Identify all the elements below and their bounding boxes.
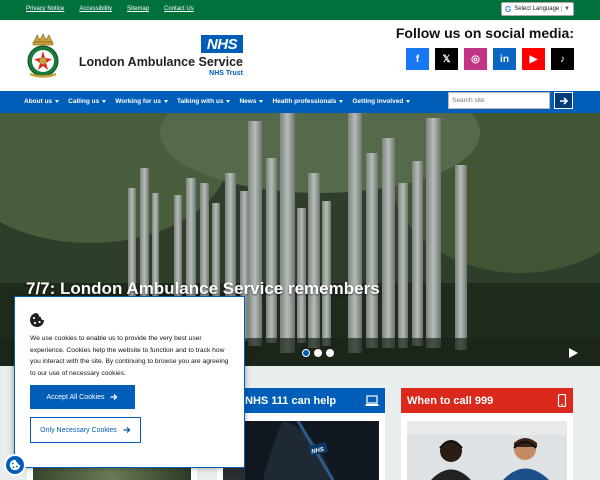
youtube-icon[interactable]: ▶ [522, 48, 545, 70]
nav-item-label: Health professionals [272, 98, 337, 105]
card-when-to-call-999[interactable]: When to call 999 [401, 388, 573, 480]
chevron-down-icon [406, 100, 411, 103]
nav-item-label: Working for us [115, 98, 161, 105]
card-header: When to call 999 [401, 388, 573, 413]
chevron-down-icon [163, 100, 168, 103]
arrow-right-icon [123, 427, 131, 433]
nhs-logo[interactable]: NHS [201, 35, 243, 53]
crest-logo-icon[interactable] [24, 32, 62, 80]
only-necessary-cookies-button[interactable]: Only Necessary Cookies [30, 417, 141, 443]
chevron-down-icon [339, 100, 344, 103]
chevron-down-icon [102, 100, 107, 103]
nav-item-talking-with-us[interactable]: Talking with us [176, 98, 231, 105]
language-select-label: Select Language [514, 6, 560, 12]
carousel-next-icon[interactable] [569, 348, 578, 358]
card-title: When to call 999 [407, 394, 494, 407]
nav-item-getting-involved[interactable]: Getting involved [352, 98, 411, 105]
button-label: Only Necessary Cookies [40, 426, 117, 434]
cookie-message: We use cookies to enable us to provide t… [30, 335, 229, 378]
search-button[interactable] [554, 92, 573, 109]
chevron-down-icon [226, 100, 231, 103]
facebook-icon[interactable]: f [406, 48, 429, 70]
nav-item-label: News [239, 98, 257, 105]
language-select[interactable]: G Select Language ▼ [501, 2, 574, 16]
search-input[interactable] [448, 92, 550, 109]
mobile-phone-icon [557, 394, 567, 407]
sitemap-link[interactable]: Sitemap [127, 6, 149, 12]
organisation-name[interactable]: London Ambulance Service [79, 55, 243, 69]
laptop-icon [365, 394, 379, 406]
chevron-down-icon [259, 100, 264, 103]
carousel-dot[interactable] [302, 349, 310, 357]
cookie-settings-button[interactable] [4, 454, 26, 476]
privacy-notice-link[interactable]: Privacy Notice [26, 6, 64, 12]
nav-item-label: Talking with us [176, 98, 224, 105]
accept-all-cookies-button[interactable]: Accept All Cookies [30, 385, 135, 409]
cookie-banner: We use cookies to enable us to provide t… [14, 296, 245, 468]
tiktok-icon[interactable]: ♪ [551, 48, 574, 70]
utility-links: Privacy Notice Accessibility Sitemap Con… [26, 6, 194, 12]
organisation-trust: NHS Trust [209, 70, 243, 77]
nav-item-about-us[interactable]: About us [24, 98, 60, 105]
chevron-down-icon: ▼ [561, 6, 570, 12]
google-icon: G [505, 4, 512, 14]
carousel-dot[interactable] [326, 349, 334, 357]
cookie-icon [9, 459, 21, 471]
button-label: Accept All Cookies [46, 393, 105, 401]
contact-us-link[interactable]: Contact Us [164, 6, 194, 12]
nav-item-health-professionals[interactable]: Health professionals [272, 98, 344, 105]
chevron-down-icon [55, 100, 60, 103]
linkedin-icon[interactable]: in [493, 48, 516, 70]
nav-item-news[interactable]: News [239, 98, 264, 105]
card-image: NHS [223, 421, 379, 480]
card-image [407, 421, 567, 480]
nav-item-label: About us [24, 98, 53, 105]
nav-item-calling-us[interactable]: Calling us [68, 98, 107, 105]
nav-item-label: Getting involved [352, 98, 404, 105]
accessibility-link[interactable]: Accessibility [79, 6, 112, 12]
nav-item-working-for-us[interactable]: Working for us [115, 98, 168, 105]
social-links: f 𝕏 ◎ in ▶ ♪ [406, 48, 574, 70]
x-icon[interactable]: 𝕏 [435, 48, 458, 70]
site-header: NHS London Ambulance Service NHS Trust F… [0, 20, 600, 91]
cookie-icon [30, 313, 44, 327]
arrow-right-icon [110, 394, 118, 400]
carousel-dot[interactable] [314, 349, 322, 357]
nav-item-label: Calling us [68, 98, 100, 105]
arrow-right-icon [559, 96, 568, 105]
utility-bar: Privacy Notice Accessibility Sitemap Con… [0, 0, 600, 20]
carousel-dots [302, 349, 334, 357]
social-heading: Follow us on social media: [395, 25, 574, 41]
instagram-icon[interactable]: ◎ [464, 48, 487, 70]
